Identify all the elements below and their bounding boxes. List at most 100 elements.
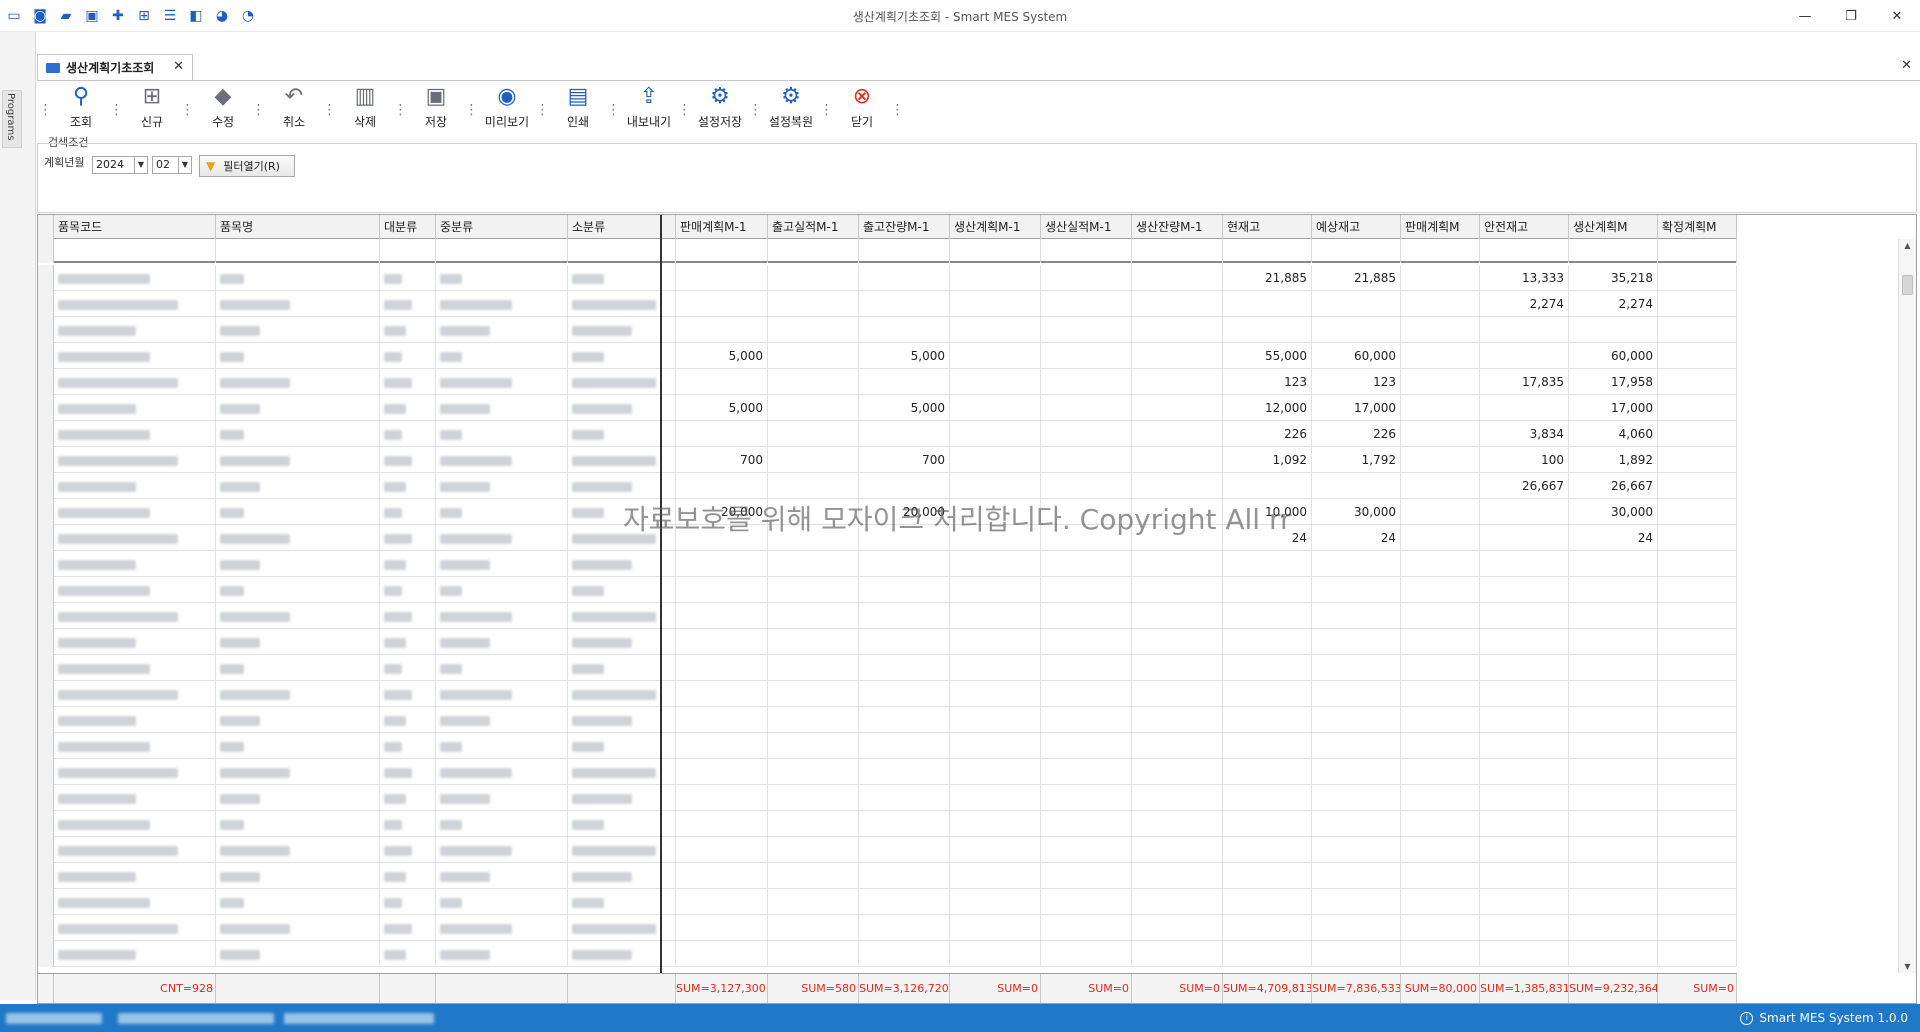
table-cell[interactable] (1312, 603, 1401, 629)
table-cell[interactable] (1041, 863, 1132, 889)
table-cell[interactable] (950, 265, 1041, 291)
table-cell[interactable] (676, 863, 768, 889)
table-cell[interactable] (859, 577, 950, 603)
table-cell[interactable] (1569, 681, 1658, 707)
table-cell[interactable] (950, 629, 1041, 655)
table-cell[interactable] (859, 811, 950, 837)
table-cell[interactable] (1569, 785, 1658, 811)
table-cell[interactable] (1132, 681, 1223, 707)
table-cell[interactable] (1569, 317, 1658, 343)
table-cell[interactable] (1658, 551, 1737, 577)
table-cell[interactable] (1658, 707, 1737, 733)
table-row[interactable]: 700 700 1,092 1,792 100 1,892 (38, 447, 1737, 473)
table-cell[interactable] (54, 915, 216, 941)
table-cell[interactable] (380, 317, 436, 343)
table-cell[interactable]: 60,000 (1312, 343, 1401, 369)
table-cell[interactable] (1312, 681, 1401, 707)
table-cell[interactable] (216, 317, 380, 343)
table-cell[interactable] (54, 317, 216, 343)
table-cell[interactable]: 10,000 (1223, 499, 1312, 525)
table-cell[interactable] (216, 707, 380, 733)
table-cell[interactable] (676, 421, 768, 447)
table-cell[interactable] (1312, 941, 1401, 967)
table-cell[interactable] (950, 369, 1041, 395)
table-cell[interactable] (216, 551, 380, 577)
table-cell[interactable] (380, 525, 436, 551)
table-row[interactable] (38, 941, 1737, 967)
table-cell[interactable] (950, 863, 1041, 889)
toolbar-button-12[interactable]: ⊗ 닫기 (832, 84, 892, 132)
table-cell[interactable] (1223, 889, 1312, 915)
table-cell[interactable] (1223, 707, 1312, 733)
table-cell[interactable] (436, 889, 568, 915)
table-cell[interactable] (1401, 681, 1480, 707)
minimize-button[interactable]: — (1782, 0, 1828, 32)
table-cell[interactable] (436, 499, 568, 525)
row-selector[interactable] (38, 811, 54, 837)
table-cell[interactable] (859, 603, 950, 629)
column-header[interactable]: 품목명 (216, 215, 380, 239)
table-cell[interactable] (1480, 759, 1569, 785)
table-row[interactable] (38, 707, 1737, 733)
table-cell[interactable] (1401, 915, 1480, 941)
table-cell[interactable] (1132, 317, 1223, 343)
table-row[interactable] (38, 863, 1737, 889)
table-cell[interactable]: 24 (1312, 525, 1401, 551)
row-selector[interactable] (38, 889, 54, 915)
table-cell[interactable] (676, 681, 768, 707)
table-row[interactable] (38, 577, 1737, 603)
table-cell[interactable] (436, 603, 568, 629)
table-cell[interactable] (859, 759, 950, 785)
table-cell[interactable] (1041, 421, 1132, 447)
table-cell[interactable] (1041, 265, 1132, 291)
filter-icon[interactable] (38, 239, 54, 263)
filter-cell[interactable] (1658, 239, 1737, 263)
table-cell[interactable] (1569, 577, 1658, 603)
table-cell[interactable] (1480, 603, 1569, 629)
year-select[interactable]: 2024 ▼ (92, 156, 148, 174)
table-cell[interactable] (676, 577, 768, 603)
filter-cell[interactable] (380, 239, 436, 263)
filter-cell[interactable] (1041, 239, 1132, 263)
table-cell[interactable] (380, 421, 436, 447)
table-cell[interactable] (1658, 733, 1737, 759)
close-window-button[interactable]: ✕ (1874, 0, 1920, 32)
table-cell[interactable] (1401, 291, 1480, 317)
table-cell[interactable] (859, 681, 950, 707)
table-cell[interactable] (1132, 915, 1223, 941)
table-cell[interactable] (1569, 629, 1658, 655)
table-cell[interactable] (1132, 447, 1223, 473)
table-cell[interactable] (1312, 551, 1401, 577)
table-cell[interactable] (859, 785, 950, 811)
table-cell[interactable]: 1,892 (1569, 447, 1658, 473)
table-cell[interactable] (436, 265, 568, 291)
table-row[interactable] (38, 655, 1737, 681)
table-cell[interactable] (436, 655, 568, 681)
table-cell[interactable] (768, 317, 859, 343)
table-cell[interactable] (1041, 343, 1132, 369)
table-cell[interactable] (380, 291, 436, 317)
table-cell[interactable] (1569, 603, 1658, 629)
table-cell[interactable] (54, 447, 216, 473)
row-selector[interactable] (38, 629, 54, 655)
table-cell[interactable] (54, 681, 216, 707)
table-cell[interactable] (380, 707, 436, 733)
filter-cell[interactable] (436, 239, 568, 263)
table-cell[interactable] (1401, 525, 1480, 551)
table-cell[interactable]: 1,792 (1312, 447, 1401, 473)
table-cell[interactable] (768, 551, 859, 577)
table-cell[interactable] (436, 369, 568, 395)
table-cell[interactable] (768, 889, 859, 915)
table-cell[interactable] (216, 629, 380, 655)
tab-close-icon[interactable]: ✕ (173, 59, 184, 74)
table-cell[interactable] (216, 343, 380, 369)
column-header[interactable]: 예상재고 (1312, 215, 1401, 239)
table-cell[interactable] (1658, 837, 1737, 863)
table-cell[interactable] (859, 369, 950, 395)
table-cell[interactable] (1132, 291, 1223, 317)
table-cell[interactable] (1132, 551, 1223, 577)
table-cell[interactable] (1132, 733, 1223, 759)
table-cell[interactable] (859, 291, 950, 317)
table-cell[interactable] (380, 265, 436, 291)
scroll-thumb[interactable] (1902, 275, 1913, 295)
